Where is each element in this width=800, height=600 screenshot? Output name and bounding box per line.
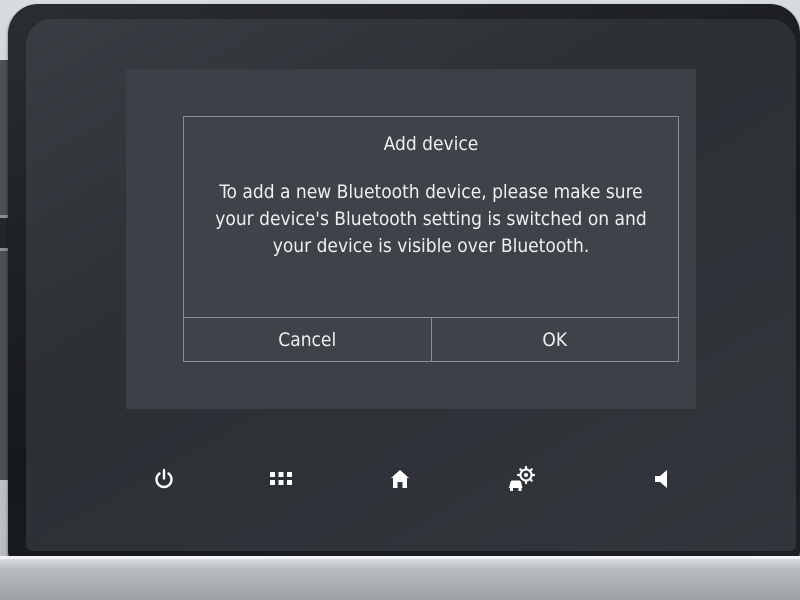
chrome-strip [0,556,800,559]
apps-button[interactable] [261,459,301,499]
power-button[interactable] [144,459,184,499]
bottom-softkey-bar [26,459,796,509]
vehicle-settings-icon [509,466,536,491]
cancel-button[interactable]: Cancel [184,318,431,361]
home-button[interactable] [380,459,420,499]
power-icon [155,468,173,489]
dialog-title: Add device [383,133,479,155]
vehicle-settings-button[interactable] [502,459,542,499]
infotainment-screen: Add device To add a new Bluetooth device… [26,19,796,551]
home-icon [391,470,409,488]
add-device-dialog: Add device To add a new Bluetooth device… [183,116,679,362]
dialog-button-row: Cancel OK [184,317,678,361]
ok-button[interactable]: OK [430,318,679,361]
car-dashboard-photo: Add device To add a new Bluetooth device… [0,0,800,600]
dialog-message: To add a new Bluetooth device, please ma… [215,181,647,257]
apps-grid-icon [270,472,292,485]
infotainment-bezel: Add device To add a new Bluetooth device… [8,4,800,562]
volume-button[interactable] [642,459,682,499]
volume-icon [655,470,667,488]
dashboard-lower-trim [0,556,800,600]
